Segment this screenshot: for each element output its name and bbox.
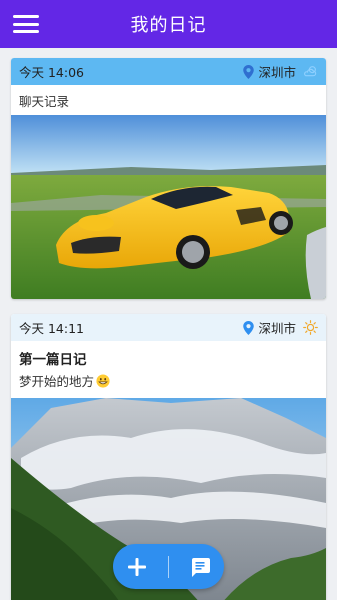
entry-date: 今天 14:11: [19, 321, 84, 336]
floating-action-bar: [113, 544, 224, 589]
add-entry-button[interactable]: [119, 549, 155, 585]
grinning-face-icon: [96, 373, 110, 388]
fab-divider: [167, 555, 169, 578]
partly-cloudy-icon: [304, 66, 317, 77]
yellow-sports-car-photo[interactable]: [11, 115, 326, 299]
location-pin-icon: [243, 64, 255, 79]
diary-list[interactable]: 今天 14:06 深圳市 聊天记录 今天 14:11 深圳市 第一篇日记 梦开始…: [0, 48, 337, 600]
diary-card[interactable]: 今天 14:06 深圳市 聊天记录: [11, 58, 326, 299]
app-bar: 我的日记: [0, 0, 337, 48]
location-pin-icon: [243, 320, 255, 335]
entry-body-text: 梦开始的地方: [19, 374, 95, 389]
sun-icon: [303, 320, 318, 335]
entry-location: 深圳市: [243, 62, 296, 81]
app-root: 我的日记 今天 14:06 深圳市 聊天记录 今天 14:11 深圳市 第一篇日…: [0, 0, 337, 600]
entry-body: 聊天记录: [19, 93, 70, 109]
message-icon: [191, 557, 210, 577]
location-label: 深圳市: [258, 321, 296, 336]
chat-button[interactable]: [182, 549, 218, 585]
location-label: 深圳市: [258, 65, 296, 80]
plus-icon: [128, 557, 147, 576]
card-header: 今天 14:11 深圳市: [11, 314, 326, 341]
page-title: 我的日记: [130, 15, 207, 36]
entry-date: 今天 14:06: [19, 65, 84, 80]
entry-title: 第一篇日记: [19, 352, 87, 368]
menu-icon[interactable]: [11, 12, 41, 36]
entry-location: 深圳市: [243, 318, 296, 337]
entry-body: 梦开始的地方: [11, 368, 326, 393]
card-header: 今天 14:06 深圳市: [11, 58, 326, 85]
